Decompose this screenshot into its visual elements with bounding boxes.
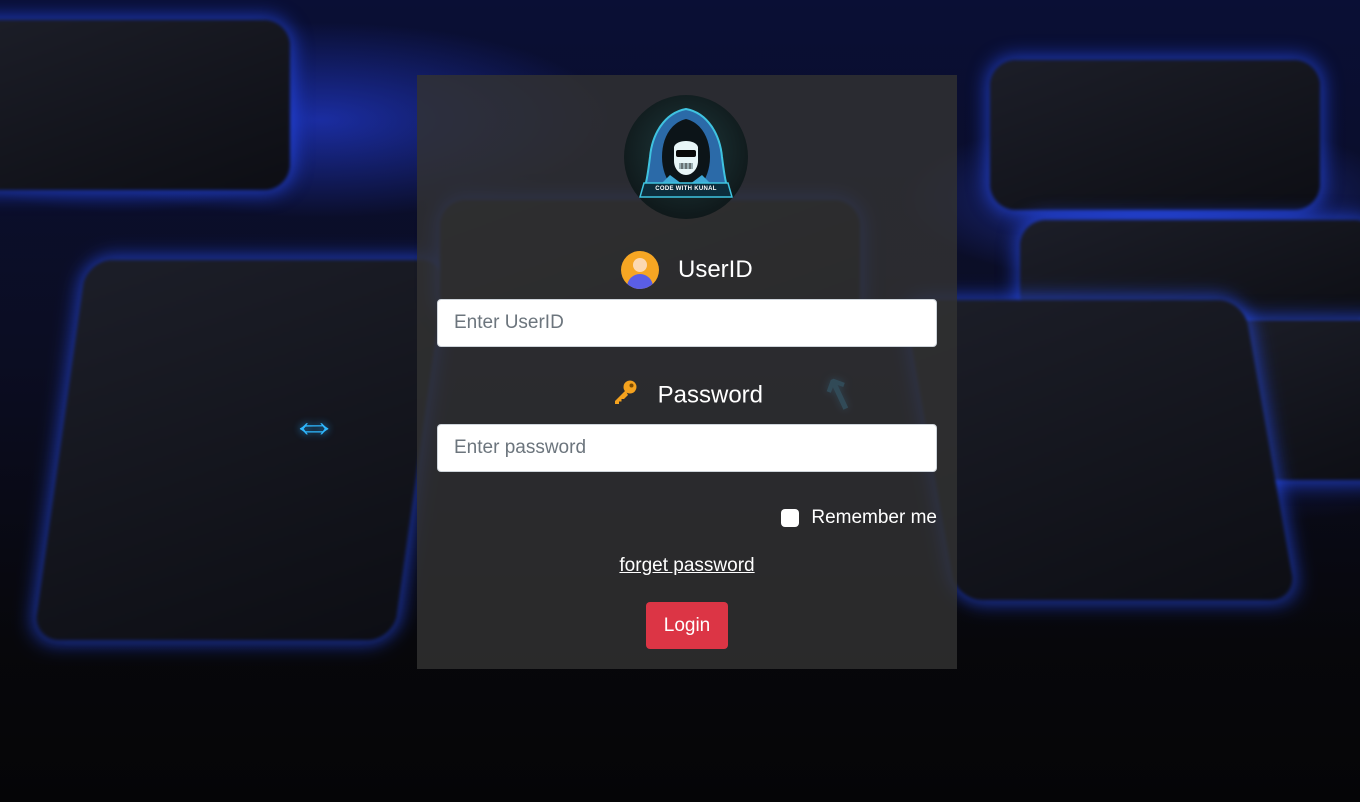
background-key: [0, 20, 290, 190]
background-key: [990, 60, 1320, 210]
remember-me-checkbox[interactable]: [781, 509, 800, 527]
userid-label: UserID: [678, 256, 753, 283]
login-panel: CODE WITH KUNAL UserID Password Remember…: [417, 75, 957, 669]
login-button[interactable]: Login: [646, 602, 728, 649]
userid-label-row: UserID: [417, 251, 957, 289]
remember-me-label: Remember me: [811, 507, 937, 528]
hooded-hacker-logo-icon: CODE WITH KUNAL: [624, 95, 748, 219]
forget-password-row: forget password: [417, 555, 957, 577]
tab-arrow-glyph: ⇔: [290, 399, 338, 452]
background-key: [33, 260, 447, 640]
remember-me-option[interactable]: Remember me: [781, 507, 937, 529]
password-label: Password: [657, 381, 764, 409]
userid-input[interactable]: [437, 299, 937, 347]
background-key: [903, 300, 1297, 600]
key-icon: [611, 378, 639, 413]
password-input[interactable]: [437, 424, 937, 472]
logo-text: CODE WITH KUNAL: [655, 186, 717, 192]
password-label-row: Password: [417, 378, 957, 413]
forget-password-link[interactable]: forget password: [619, 555, 754, 576]
user-avatar-icon: [621, 251, 660, 289]
